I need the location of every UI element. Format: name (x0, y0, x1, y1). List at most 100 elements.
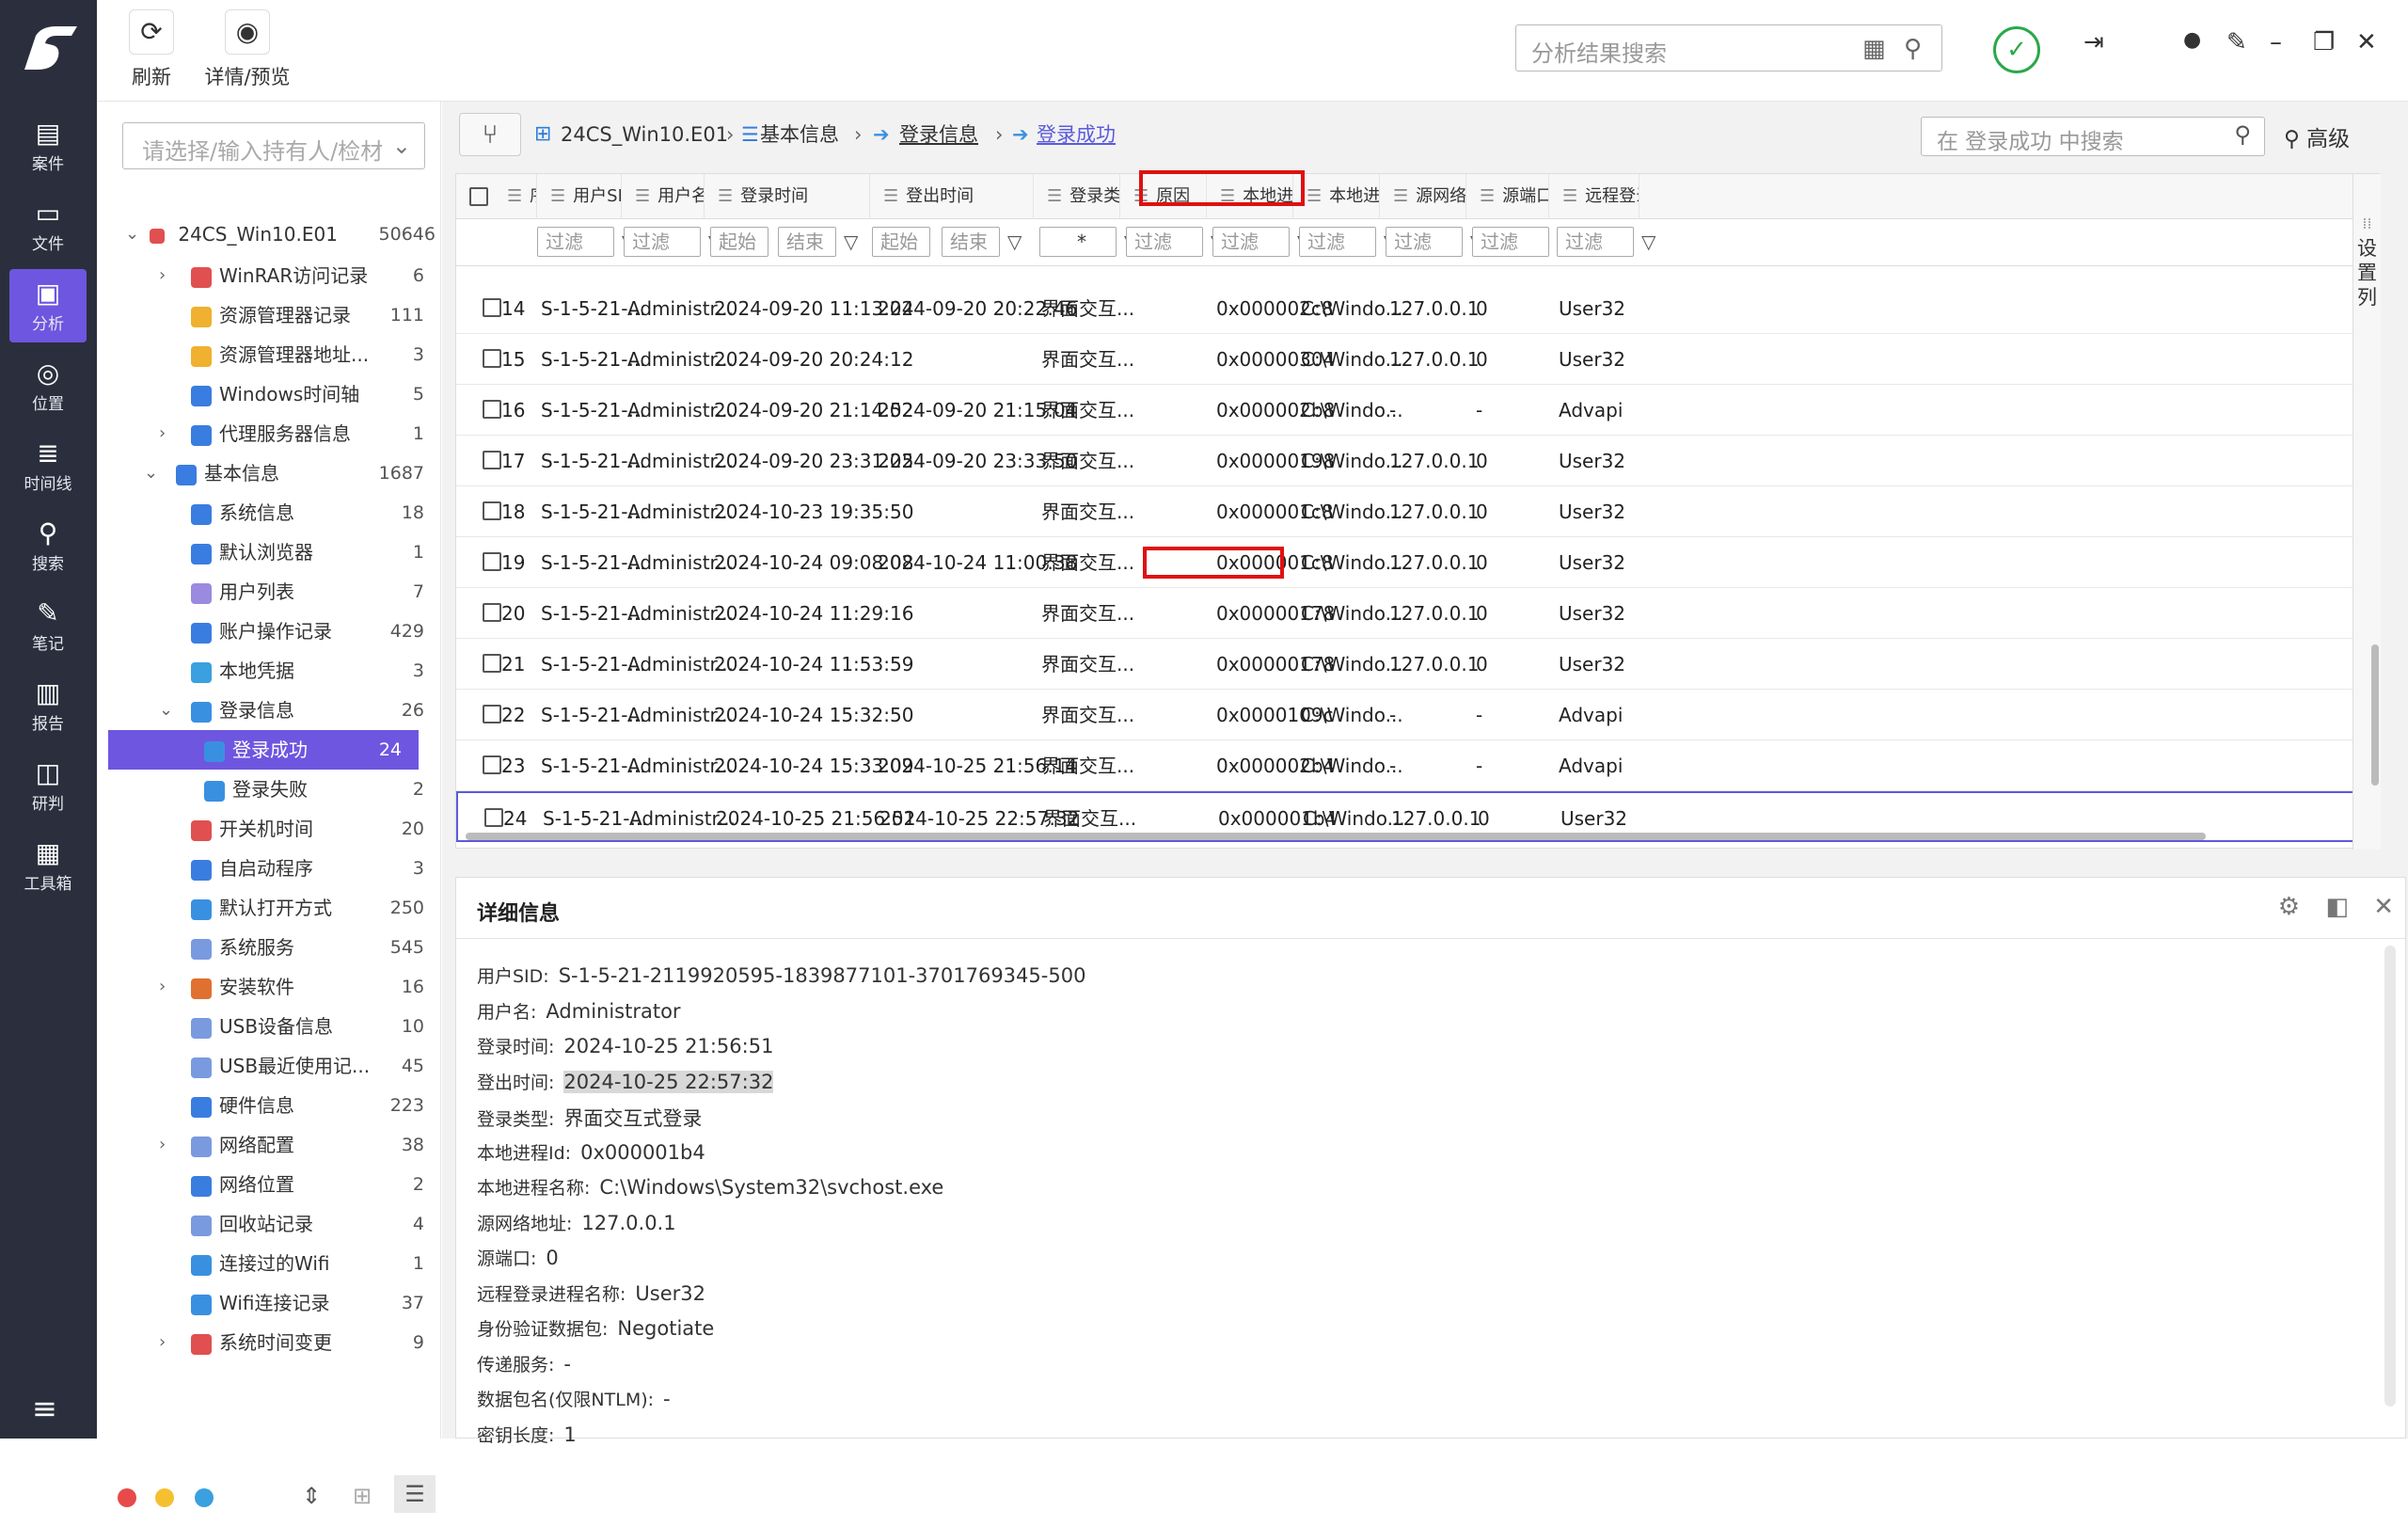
tree-item-16[interactable]: 自启动程序 3 (140, 849, 436, 888)
rail-item-1[interactable]: ▤ 案件 (9, 109, 87, 183)
column-header-1[interactable]: ☰序号 (494, 174, 537, 219)
detail-preview-button[interactable]: ◉ 详情/预览 (191, 9, 304, 90)
rail-item-5[interactable]: ≣ 时间线 (9, 429, 87, 502)
rail-item-8[interactable]: ▥ 报告 (9, 669, 87, 742)
tree-item-25[interactable]: 回收站记录 4 (140, 1204, 436, 1244)
column-filter-1[interactable]: 过滤▽ (537, 227, 636, 259)
row-checkbox[interactable] (483, 654, 501, 673)
chevron-down-icon[interactable]: ⌄ (144, 453, 158, 493)
table-row[interactable]: 21 S-1-5-21-... Administr... 2024-10-24 11:… (456, 639, 2366, 690)
row-checkbox[interactable] (483, 400, 501, 419)
panel-toggle-icon[interactable]: ◧ (2325, 893, 2349, 921)
grid-search-input[interactable]: 在 登录成功 中搜索 ⚲ (1921, 117, 2265, 156)
tree-item-12[interactable]: ⌄ 登录信息 26 (140, 691, 436, 730)
row-checkbox[interactable] (483, 349, 501, 368)
column-header-10[interactable]: ☰源网络地址 (1380, 174, 1466, 219)
rail-item-6[interactable]: ⚲ 搜索 (9, 509, 87, 582)
rail-item-7[interactable]: ✎ 笔记 (9, 589, 87, 662)
branch-icon[interactable]: ⑂ (459, 113, 521, 156)
rail-item-9[interactable]: ◫ 研判 (9, 749, 87, 822)
pin-icon[interactable]: ✎ (2226, 28, 2247, 56)
tree-item-27[interactable]: Wifi连接记录 37 (140, 1283, 436, 1323)
table-row[interactable]: 14 S-1-5-21-... Administr... 2024-09-20 11:… (456, 283, 2366, 334)
column-header-3[interactable]: ☰ 用户名 (622, 174, 705, 219)
restore-icon[interactable]: ❐ (2313, 28, 2335, 56)
row-checkbox[interactable] (483, 755, 501, 774)
grid-view-icon[interactable]: ⊞ (353, 1483, 372, 1509)
rail-item-10[interactable]: ▦ 工具箱 (9, 829, 87, 902)
calendar-icon[interactable]: ▦ (1862, 35, 1886, 63)
select-all-checkbox[interactable] (469, 187, 488, 206)
search-icon[interactable]: ⚲ (2234, 121, 2251, 148)
column-header-2[interactable]: ☰用户SID (537, 174, 622, 219)
table-row[interactable]: 18 S-1-5-21-... Administr... 2024-10-23 19:… (456, 486, 2366, 537)
list-view-icon[interactable]: ☰ (394, 1475, 436, 1513)
yellow-dot[interactable] (155, 1488, 174, 1507)
table-row[interactable]: 20 S-1-5-21-... Administr... 2024-10-24 11:… (456, 588, 2366, 639)
row-checkbox[interactable] (483, 451, 501, 469)
tree-item-11[interactable]: 本地凭据 3 (140, 651, 436, 691)
column-filter-10[interactable]: 过滤▽ (1299, 227, 1398, 259)
column-filter-2[interactable]: 过滤▽ (624, 227, 722, 259)
tree-item-2[interactable]: 资源管理器记录 111 (140, 295, 436, 335)
table-row[interactable]: 22 S-1-5-21-... Administr... 2024-10-24 15:… (456, 690, 2366, 740)
horizontal-scrollbar[interactable] (466, 833, 2206, 840)
chevron-right-icon[interactable]: › (159, 414, 166, 453)
filter-icon[interactable]: ▽ (844, 230, 858, 253)
tree-item-5[interactable]: › 代理服务器信息 1 (140, 414, 436, 453)
tree-item-18[interactable]: 系统服务 545 (140, 928, 436, 967)
column-header-11[interactable]: ☰ 源端口 (1466, 174, 1549, 219)
red-dot[interactable] (118, 1488, 136, 1507)
tree-item-24[interactable]: 网络位置 2 (140, 1165, 436, 1204)
vertical-scrollbar[interactable] (2371, 644, 2379, 786)
table-row[interactable]: 23 S-1-5-21-... Administr... 2024-10-24 15:… (456, 740, 2366, 791)
column-header-9[interactable]: ☰本地进程名称 (1293, 174, 1380, 219)
close-icon[interactable]: ✕ (2356, 28, 2377, 56)
detail-scrollbar[interactable] (2384, 946, 2396, 1407)
column-header-5[interactable]: ☰ 登出时间 (870, 174, 1034, 219)
tree-item-28[interactable]: › 系统时间变更 9 (140, 1323, 436, 1362)
gear-icon[interactable]: ⚙ (2278, 893, 2300, 921)
tree-item-13[interactable]: 登录成功 24 (108, 730, 419, 770)
chevron-right-icon[interactable]: › (159, 967, 166, 1007)
chevron-down-icon[interactable]: ⌄ (125, 215, 139, 254)
crumb-basic-info[interactable]: 基本信息 (760, 111, 839, 158)
table-row[interactable]: 17 S-1-5-21-... Administr... 2024-09-20 23:… (456, 436, 2366, 486)
shield-check-icon[interactable]: ✓ (1993, 26, 2040, 73)
column-header-12[interactable]: ☰远程登录进程 (1549, 174, 1640, 219)
table-row[interactable]: 19 S-1-5-21-... Administr... 2024-10-24 09:… (456, 537, 2366, 588)
tree-item-1[interactable]: › WinRAR访问记录 6 (140, 256, 436, 295)
tree-item-7[interactable]: 系统信息 18 (140, 493, 436, 533)
minimize-icon[interactable]: – (2270, 28, 2282, 56)
tree-item-6[interactable]: ⌄ 基本信息 1687 (125, 453, 436, 493)
tree-item-21[interactable]: USB最近使用记... 45 (140, 1046, 436, 1086)
tree-root[interactable]: ⌄ 24CS_Win10.E01 50646 (125, 215, 436, 254)
filter-icon[interactable]: ▽ (1007, 230, 1022, 253)
tree-item-20[interactable]: USB设备信息 10 (140, 1007, 436, 1046)
tree-item-4[interactable]: Windows时间轴 5 (140, 374, 436, 414)
search-icon[interactable]: ⚲ (1904, 35, 1922, 63)
column-header-6[interactable]: ☰登录类型 (1034, 174, 1120, 219)
crumb-login-success[interactable]: 登录成功 (1037, 111, 1116, 158)
analysis-search-input[interactable]: 分析结果搜索 ▦ ⚲ (1515, 24, 1942, 72)
tree-item-17[interactable]: 默认打开方式 250 (140, 888, 436, 928)
column-filter-4[interactable]: 结束 ▽ (778, 227, 858, 259)
tree-item-3[interactable]: 资源管理器地址... 3 (140, 335, 436, 374)
tree-item-23[interactable]: › 网络配置 38 (140, 1125, 436, 1165)
table-row[interactable]: 16 S-1-5-21-... Administr... 2024-09-20 21:… (456, 385, 2366, 436)
menu-icon[interactable]: ≡ (32, 1391, 57, 1426)
row-checkbox[interactable] (483, 298, 501, 317)
row-checkbox[interactable] (483, 552, 501, 571)
crumb-login-info[interactable]: 登录信息 (899, 111, 978, 158)
filter-icon[interactable]: ▽ (1641, 230, 1656, 253)
tree-item-26[interactable]: 连接过的Wifi 1 (140, 1244, 436, 1283)
row-checkbox[interactable] (483, 705, 501, 723)
rail-item-2[interactable]: ▭ 文件 (9, 189, 87, 262)
tree-item-8[interactable]: 默认浏览器 1 (140, 533, 436, 572)
rail-item-3[interactable]: ▣ 分析 (9, 269, 87, 342)
column-filter-13[interactable]: 过滤 ▽ (1557, 227, 1656, 259)
export-icon[interactable]: ⇥ (2083, 28, 2104, 56)
row-checkbox[interactable] (484, 808, 503, 827)
table-row[interactable]: 15 S-1-5-21-... Administr... 2024-09-20 20:… (456, 334, 2366, 385)
chevron-down-icon[interactable]: ⌄ (159, 691, 173, 730)
